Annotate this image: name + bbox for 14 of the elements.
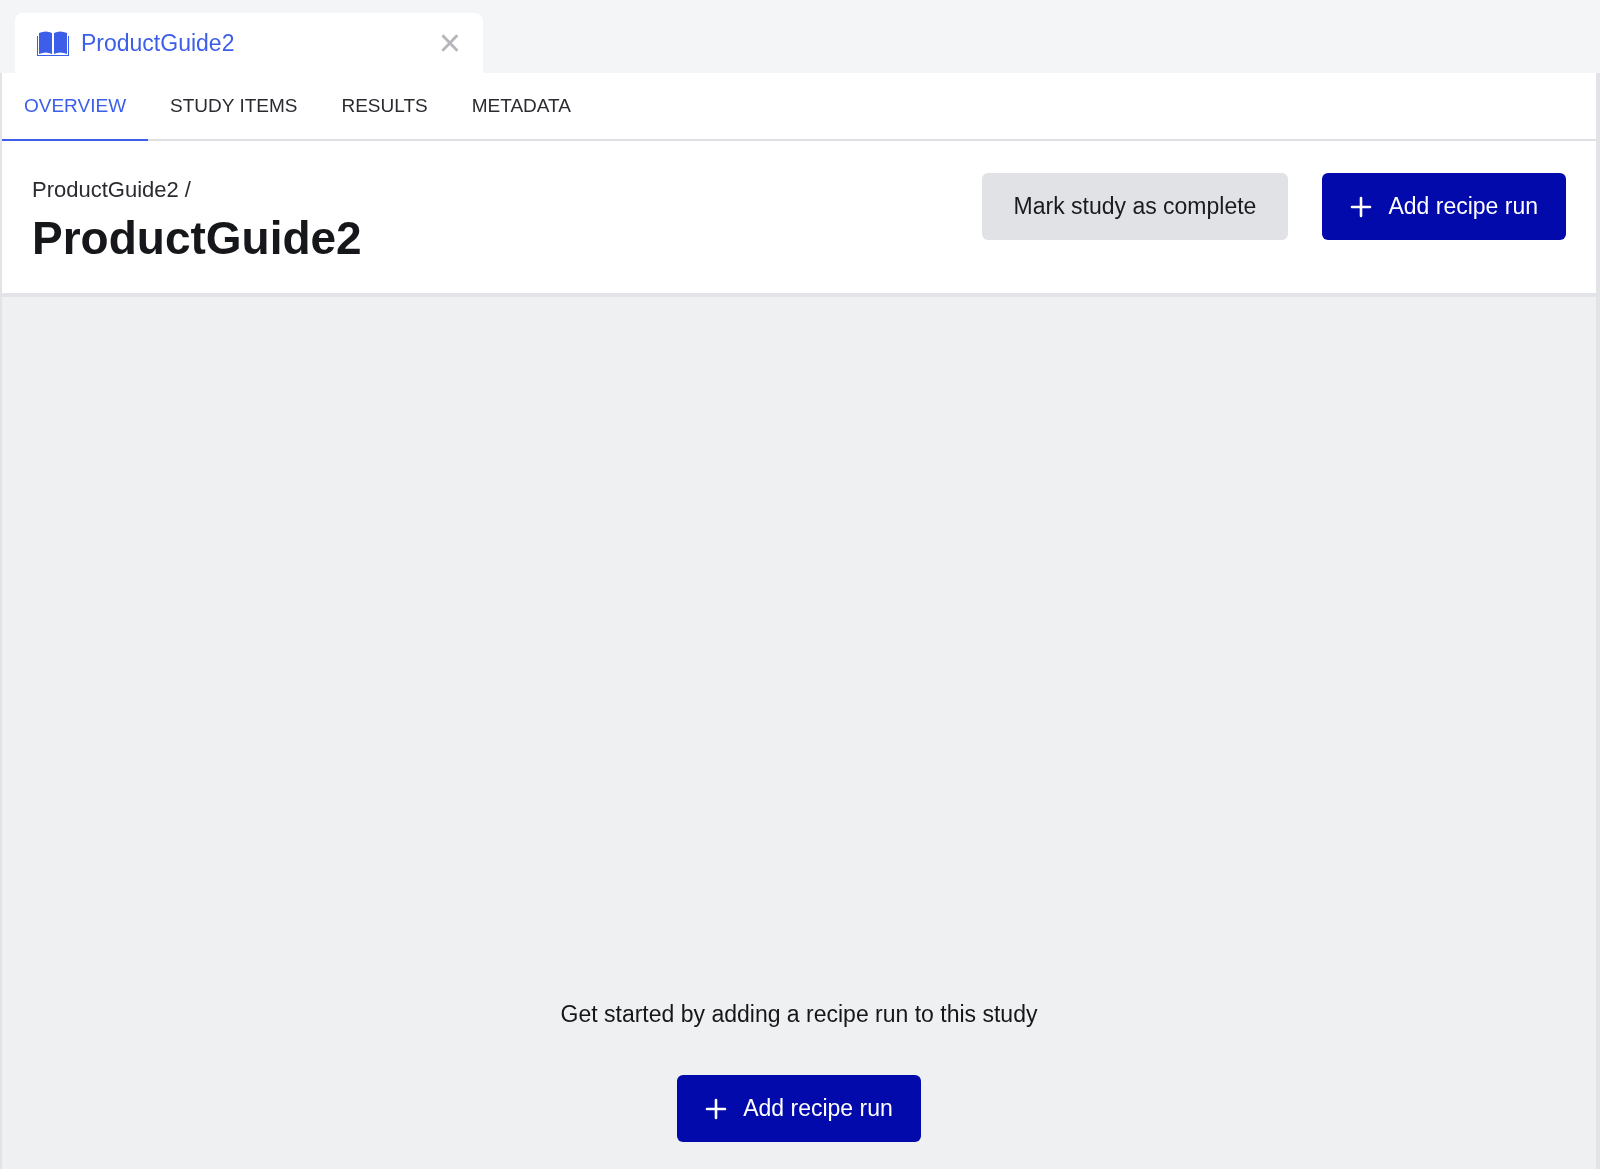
mark-complete-button[interactable]: Mark study as complete (981, 173, 1289, 240)
plus-icon (1350, 195, 1373, 218)
book-icon (37, 30, 69, 56)
add-recipe-run-button[interactable]: Add recipe run (677, 1075, 921, 1142)
page-title: ProductGuide2 (32, 211, 362, 266)
document-tab[interactable]: ProductGuide2 × (15, 13, 483, 73)
empty-state-message: Get started by adding a recipe run to this study (560, 999, 1038, 1029)
add-recipe-run-button[interactable]: Add recipe run (1322, 173, 1566, 240)
document-title: ProductGuide2 (81, 28, 235, 58)
nav-tab[interactable]: RESULTS (319, 73, 450, 141)
nav-tab[interactable]: METADATA (449, 73, 593, 141)
plus-icon (705, 1097, 728, 1120)
nav-tab[interactable]: STUDY ITEMS (148, 73, 320, 141)
breadcrumb: ProductGuide2 / (32, 176, 192, 204)
